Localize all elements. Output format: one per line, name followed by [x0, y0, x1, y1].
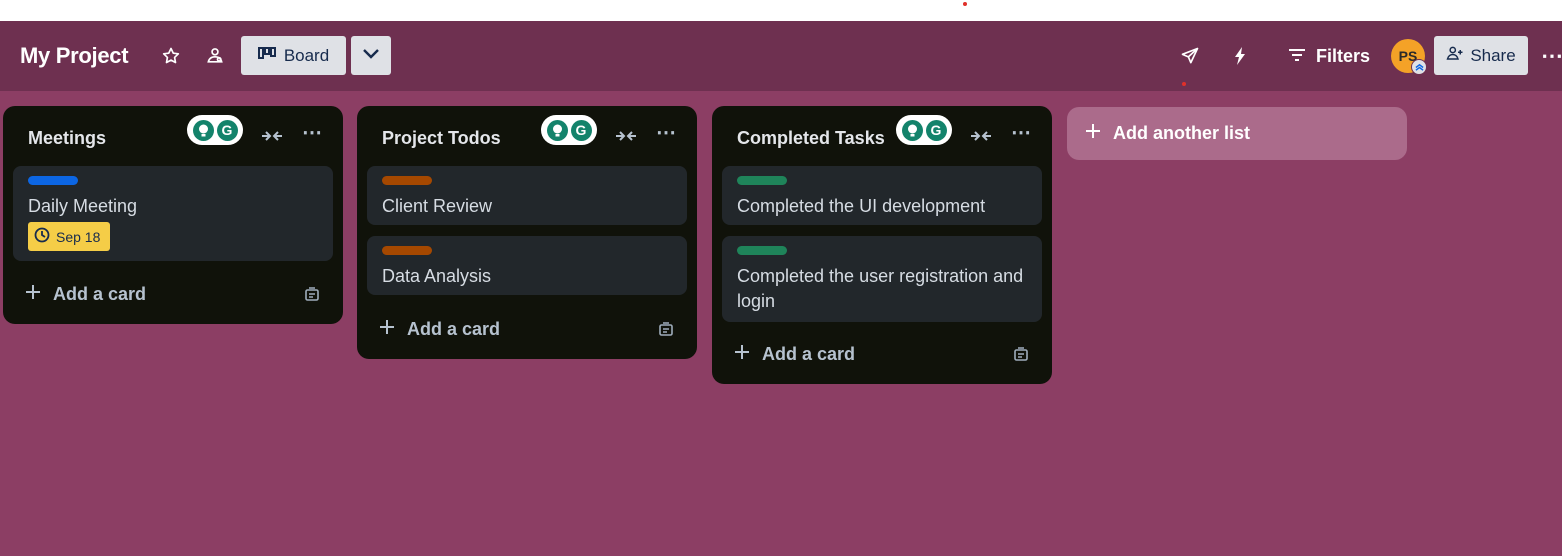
collapse-list-icon[interactable] — [260, 126, 284, 146]
grammarly-g-icon: G — [570, 119, 592, 141]
list-more-icon[interactable]: ⋯ — [1011, 120, 1032, 145]
add-card-button[interactable]: Add a card — [379, 319, 500, 340]
collapse-list-icon[interactable] — [614, 126, 638, 146]
filter-icon — [1288, 46, 1306, 67]
add-card-label: Add a card — [407, 319, 501, 339]
more-icon[interactable]: ⋯ — [1541, 43, 1562, 69]
card-title: Data Analysis — [382, 266, 492, 286]
browser-top-strip — [0, 0, 1562, 21]
clock-icon — [34, 227, 50, 246]
view-switcher-button[interactable] — [351, 36, 391, 75]
add-another-list-button[interactable]: Add another list — [1067, 107, 1407, 160]
card-label — [382, 246, 432, 255]
grammarly-bulb-icon — [192, 119, 214, 141]
list-project-todos: Project Todos G ⋯ Client Review Data Ana… — [357, 106, 697, 359]
list-title[interactable]: Completed Tasks — [737, 128, 885, 149]
filters-button[interactable]: Filters — [1288, 43, 1370, 69]
plus-icon — [734, 344, 750, 365]
due-date-text: Sep 18 — [56, 228, 101, 245]
add-another-list-label: Add another list — [1113, 123, 1251, 143]
board-view-button[interactable]: Board — [241, 36, 346, 75]
bolt-icon[interactable] — [1227, 43, 1253, 69]
card-template-icon[interactable] — [657, 321, 675, 339]
board-view-label: Board — [283, 45, 330, 65]
send-notification-dot — [1182, 82, 1186, 86]
plus-icon — [379, 319, 395, 340]
add-card-button[interactable]: Add a card — [734, 344, 855, 365]
card-title: Daily Meeting — [28, 196, 138, 216]
add-card-button[interactable]: Add a card — [25, 284, 146, 305]
list-meetings: Meetings G ⋯ Daily Meeting Sep 18 Add a … — [3, 106, 343, 324]
add-member-icon — [1446, 44, 1464, 67]
grammarly-g-icon: G — [216, 119, 238, 141]
card-label — [737, 246, 787, 255]
avatar[interactable]: PS — [1391, 39, 1427, 75]
card-title: Completed the user registration and logi… — [737, 266, 1024, 311]
card-label — [382, 176, 432, 185]
grammarly-icon[interactable]: G — [896, 115, 952, 145]
grammarly-bulb-icon — [901, 119, 923, 141]
star-icon[interactable] — [158, 43, 184, 69]
card-label — [28, 176, 78, 185]
chevron-down-icon — [362, 47, 380, 65]
add-card-label: Add a card — [53, 284, 147, 304]
card-label — [737, 176, 787, 185]
card[interactable]: Data Analysis — [367, 236, 687, 295]
card-title: Completed the UI development — [737, 196, 986, 216]
grammarly-bulb-icon — [546, 119, 568, 141]
share-label: Share — [1470, 45, 1516, 65]
board-title[interactable]: My Project — [20, 43, 129, 69]
list-title[interactable]: Meetings — [28, 128, 106, 149]
card[interactable]: Client Review — [367, 166, 687, 225]
card[interactable]: Completed the UI development — [722, 166, 1042, 225]
workspace-visibility-icon[interactable] — [202, 43, 228, 69]
add-card-label: Add a card — [762, 344, 856, 364]
due-date-badge[interactable]: Sep 18 — [28, 222, 110, 251]
filters-label: Filters — [1316, 45, 1371, 66]
admin-badge-icon — [1411, 59, 1427, 75]
notification-dot — [963, 2, 967, 6]
board-header: My Project Board Filters PS Share ⋯ — [0, 21, 1562, 91]
list-title[interactable]: Project Todos — [382, 128, 501, 149]
list-more-icon[interactable]: ⋯ — [656, 120, 677, 145]
grammarly-icon[interactable]: G — [187, 115, 243, 145]
collapse-list-icon[interactable] — [969, 126, 993, 146]
list-completed-tasks: Completed Tasks G ⋯ Completed the UI dev… — [712, 106, 1052, 384]
card-title: Client Review — [382, 196, 493, 216]
card[interactable]: Daily Meeting Sep 18 — [13, 166, 333, 261]
plus-icon — [25, 284, 41, 305]
grammarly-g-icon: G — [925, 119, 947, 141]
send-icon[interactable] — [1177, 43, 1203, 69]
board-view-icon — [257, 46, 276, 66]
card[interactable]: Completed the user registration and logi… — [722, 236, 1042, 322]
share-button[interactable]: Share — [1434, 36, 1528, 75]
card-template-icon[interactable] — [303, 286, 321, 304]
plus-icon — [1085, 123, 1101, 144]
grammarly-icon[interactable]: G — [541, 115, 597, 145]
card-template-icon[interactable] — [1012, 346, 1030, 364]
list-more-icon[interactable]: ⋯ — [302, 120, 323, 145]
